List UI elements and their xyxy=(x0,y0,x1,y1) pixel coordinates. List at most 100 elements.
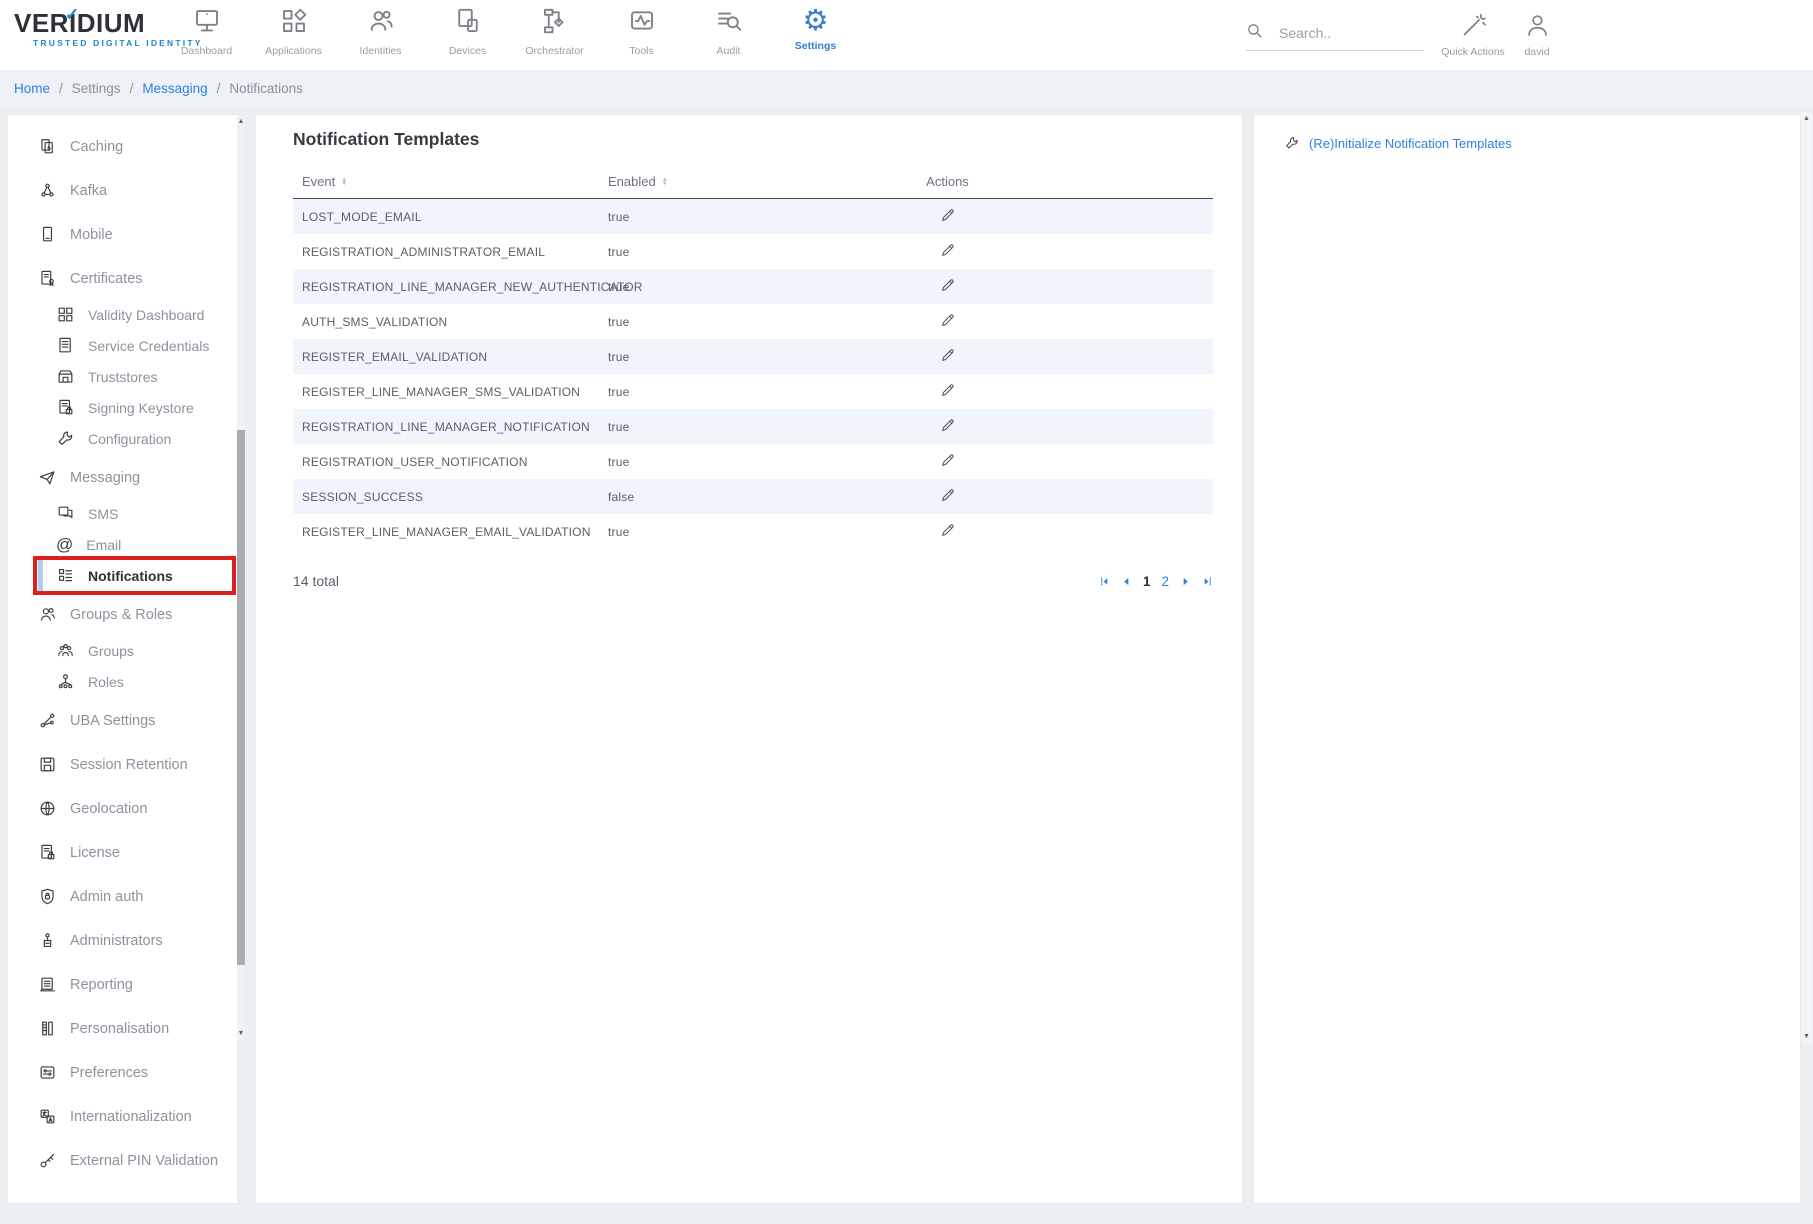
sidebar-scroll-down-icon[interactable]: ▼ xyxy=(237,1029,245,1039)
sidebar-item-service-credentials[interactable]: Service Credentials xyxy=(8,330,237,361)
nav-item-tools[interactable]: Tools xyxy=(598,6,685,57)
truststores-icon xyxy=(56,367,75,386)
edit-button[interactable] xyxy=(940,347,956,366)
nav-item-label: Devices xyxy=(424,45,511,57)
nav-item-label: Audit xyxy=(685,45,772,57)
nav-item-audit[interactable]: Audit xyxy=(685,6,772,57)
internationalization-icon xyxy=(38,1107,57,1126)
pagination-page-1[interactable]: 1 xyxy=(1143,574,1151,589)
pencil-icon xyxy=(940,247,956,261)
breadcrumb-separator: / xyxy=(59,81,63,96)
user-menu-button[interactable]: david xyxy=(1512,12,1562,58)
column-header-event[interactable]: Event▲▼ xyxy=(293,174,599,189)
sidebar-item-personalisation[interactable]: Personalisation xyxy=(8,1008,237,1049)
sidebar-item-license[interactable]: License xyxy=(8,832,237,873)
nav-item-identities[interactable]: Identities xyxy=(337,6,424,57)
breadcrumb-home[interactable]: Home xyxy=(14,81,50,96)
messaging-icon xyxy=(38,468,57,487)
sidebar-item-sms[interactable]: SMS xyxy=(8,498,237,529)
top-navigation: DashboardApplicationsIdentitiesDevicesOr… xyxy=(163,6,859,57)
pagination-page-2[interactable]: 2 xyxy=(1161,574,1169,589)
edit-button[interactable] xyxy=(940,207,956,226)
nav-item-devices[interactable]: Devices xyxy=(424,6,511,57)
sidebar-item-configuration[interactable]: Configuration xyxy=(8,423,237,454)
pencil-icon xyxy=(940,492,956,506)
search-input[interactable] xyxy=(1279,25,1409,41)
page-scroll-up-icon[interactable]: ▲ xyxy=(1801,114,1812,124)
page-scrollbar-track[interactable] xyxy=(1801,112,1812,1044)
nav-item-settings[interactable]: ⚙Settings xyxy=(772,6,859,57)
pagination-prev-button[interactable] xyxy=(1121,576,1132,587)
sidebar-item-preferences[interactable]: Preferences xyxy=(8,1052,237,1093)
sidebar-item-label: Signing Keystore xyxy=(88,400,194,416)
sidebar-item-label: Mobile xyxy=(70,227,113,243)
sidebar-item-validity-dashboard[interactable]: Validity Dashboard xyxy=(8,299,237,330)
breadcrumb-notifications: Notifications xyxy=(229,81,303,96)
sidebar-item-label: SMS xyxy=(88,506,118,522)
geolocation-icon xyxy=(38,799,57,818)
sidebar-item-reporting[interactable]: Reporting xyxy=(8,964,237,1005)
breadcrumb-messaging[interactable]: Messaging xyxy=(142,81,207,96)
groups-roles-icon xyxy=(38,605,57,624)
sidebar-item-administrators[interactable]: Administrators xyxy=(8,920,237,961)
pagination-last-button[interactable] xyxy=(1202,576,1213,587)
nav-item-orchestrator[interactable]: Orchestrator xyxy=(511,6,598,57)
sidebar-item-truststores[interactable]: Truststores xyxy=(8,361,237,392)
sidebar-scroll-up-icon[interactable]: ▲ xyxy=(237,117,245,127)
edit-button[interactable] xyxy=(940,242,956,261)
pencil-icon xyxy=(940,387,956,401)
sidebar-scrollbar-thumb[interactable] xyxy=(237,430,245,965)
license-icon xyxy=(38,843,57,862)
reinitialize-templates-link[interactable]: (Re)Initialize Notification Templates xyxy=(1309,136,1512,151)
sidebar-item-label: Geolocation xyxy=(70,801,147,817)
sidebar-item-external-pin-validation[interactable]: External PIN Validation xyxy=(8,1140,237,1181)
sidebar-item-geolocation[interactable]: Geolocation xyxy=(8,788,237,829)
enabled-cell: true xyxy=(599,245,905,259)
sidebar-item-certificates[interactable]: Certificates xyxy=(8,258,237,299)
edit-button[interactable] xyxy=(940,277,956,296)
pagination-first-button[interactable] xyxy=(1099,576,1110,587)
uba-settings-icon xyxy=(38,711,57,730)
enabled-cell: true xyxy=(599,210,905,224)
sidebar-item-groups[interactable]: Groups xyxy=(8,635,237,666)
mobile-icon xyxy=(38,225,57,244)
page-scroll-down-icon[interactable]: ▼ xyxy=(1801,1032,1812,1042)
column-header-enabled[interactable]: Enabled▲▼ xyxy=(599,174,905,189)
sort-arrows-icon: ▲▼ xyxy=(341,178,347,186)
nav-item-dashboard[interactable]: Dashboard xyxy=(163,6,250,57)
event-cell: REGISTRATION_LINE_MANAGER_NEW_AUTHENTICA… xyxy=(293,280,599,294)
sidebar-item-uba-settings[interactable]: UBA Settings xyxy=(8,700,237,741)
sidebar-item-roles[interactable]: Roles xyxy=(8,666,237,697)
edit-button[interactable] xyxy=(940,312,956,331)
sidebar-item-session-retention[interactable]: Session Retention xyxy=(8,744,237,785)
sidebar-item-label: Groups & Roles xyxy=(70,607,172,623)
nav-item-applications[interactable]: Applications xyxy=(250,6,337,57)
sidebar-item-label: External PIN Validation xyxy=(70,1153,218,1169)
sidebar-item-messaging[interactable]: Messaging xyxy=(8,457,237,498)
nav-item-label: Applications xyxy=(250,45,337,57)
edit-button[interactable] xyxy=(940,382,956,401)
sidebar-item-label: Validity Dashboard xyxy=(88,307,204,323)
edit-button[interactable] xyxy=(940,417,956,436)
kafka-icon xyxy=(38,181,57,200)
edit-button[interactable] xyxy=(940,522,956,541)
sidebar-item-notifications[interactable]: Notifications xyxy=(8,560,237,591)
quick-actions-button[interactable]: Quick Actions xyxy=(1438,12,1508,58)
edit-button[interactable] xyxy=(940,487,956,506)
orchestrator-icon xyxy=(540,6,570,36)
sidebar-item-kafka[interactable]: Kafka xyxy=(8,170,237,211)
certificates-icon xyxy=(38,269,57,288)
notification-templates-table: Event▲▼Enabled▲▼Actions LOST_MODE_EMAILt… xyxy=(293,174,1213,549)
sidebar-item-label: Personalisation xyxy=(70,1021,169,1037)
edit-button[interactable] xyxy=(940,452,956,471)
sidebar-item-mobile[interactable]: Mobile xyxy=(8,214,237,255)
sidebar-item-caching[interactable]: Caching xyxy=(8,126,237,167)
event-cell: LOST_MODE_EMAIL xyxy=(293,210,599,224)
pagination: 12 xyxy=(1088,574,1213,589)
pagination-next-button[interactable] xyxy=(1180,576,1191,587)
sidebar-item-internationalization[interactable]: Internationalization xyxy=(8,1096,237,1137)
sidebar-item-signing-keystore[interactable]: Signing Keystore xyxy=(8,392,237,423)
sidebar-item-groups-roles[interactable]: Groups & Roles xyxy=(8,594,237,635)
sidebar-item-admin-auth[interactable]: Admin auth xyxy=(8,876,237,917)
sidebar-item-label: Kafka xyxy=(70,183,107,199)
